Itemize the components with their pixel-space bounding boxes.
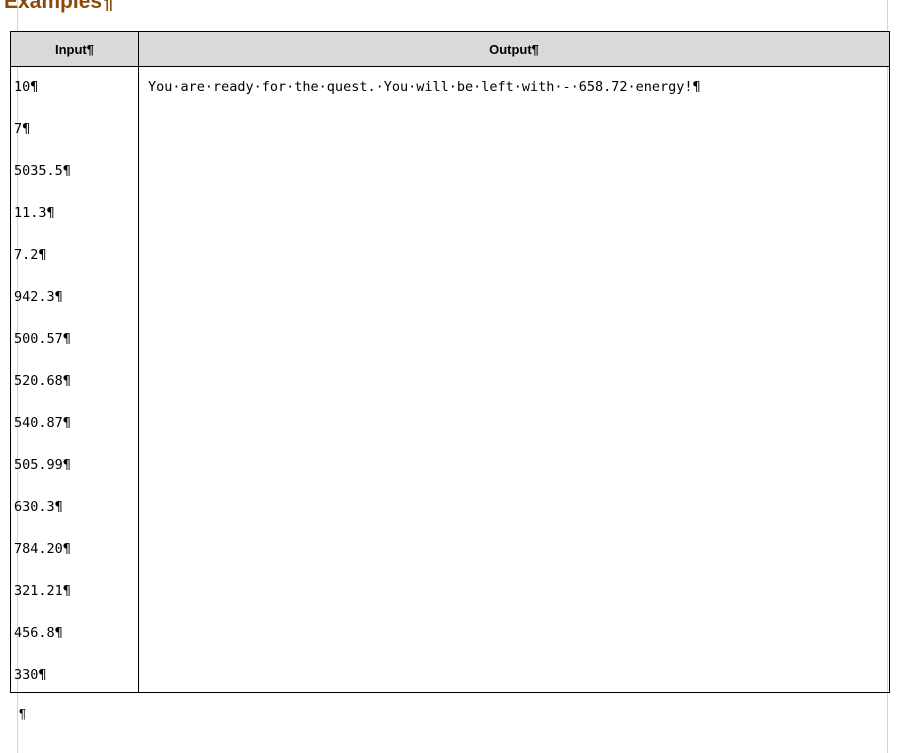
input-line[interactable]: 330¶ xyxy=(11,655,138,692)
input-line[interactable]: 942.3¶ xyxy=(11,277,138,319)
examples-table: Input¶ Output¶ 10¶ 7¶ 5035.5¶ 11.3¶ 7.2¶… xyxy=(10,31,890,693)
input-line[interactable]: 784.20¶ xyxy=(11,529,138,571)
output-column-header[interactable]: Output¶ xyxy=(138,31,890,67)
paragraph-mark[interactable]: ¶ xyxy=(19,706,26,721)
input-line[interactable]: 505.99¶ xyxy=(11,445,138,487)
output-cell[interactable]: You·are·ready·for·the·quest.·You·will·be… xyxy=(138,66,890,693)
input-column-header[interactable]: Input¶ xyxy=(10,31,139,67)
output-line[interactable]: You·are·ready·for·the·quest.·You·will·be… xyxy=(139,67,889,109)
input-line[interactable]: 630.3¶ xyxy=(11,487,138,529)
input-line[interactable]: 520.68¶ xyxy=(11,361,138,403)
input-line[interactable]: 5035.5¶ xyxy=(11,151,138,193)
input-line[interactable]: 10¶ xyxy=(11,67,138,109)
input-line[interactable]: 540.87¶ xyxy=(11,403,138,445)
input-line[interactable]: 7¶ xyxy=(11,109,138,151)
input-line[interactable]: 321.21¶ xyxy=(11,571,138,613)
table-row: 10¶ 7¶ 5035.5¶ 11.3¶ 7.2¶ 942.3¶ 500.57¶… xyxy=(10,66,890,693)
table-header-row: Input¶ Output¶ xyxy=(10,31,890,67)
input-line[interactable]: 7.2¶ xyxy=(11,235,138,277)
input-line[interactable]: 11.3¶ xyxy=(11,193,138,235)
input-line[interactable]: 500.57¶ xyxy=(11,319,138,361)
examples-heading[interactable]: Examples¶ xyxy=(4,0,114,16)
input-cell[interactable]: 10¶ 7¶ 5035.5¶ 11.3¶ 7.2¶ 942.3¶ 500.57¶… xyxy=(10,66,139,693)
input-line[interactable]: 456.8¶ xyxy=(11,613,138,655)
